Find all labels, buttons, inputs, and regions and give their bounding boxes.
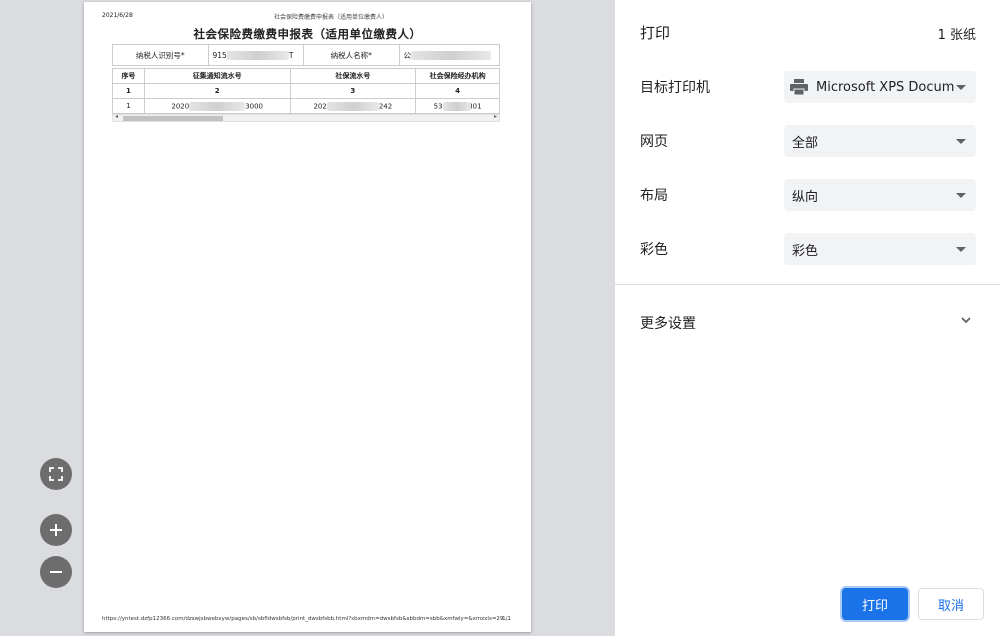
destination-label: 目标打印机 <box>640 80 710 96</box>
table-header-row: 序号 征集通知流水号 社保流水号 社会保险经办机构 <box>112 68 500 84</box>
print-preview-area: 2021/6/28 社会保险费缴费申报表（适用单位缴费人） 社会保险费缴费申报表… <box>0 0 615 636</box>
form-title: 社会保险费缴费申报表（适用单位缴费人） <box>193 27 422 41</box>
table-cell: 1 <box>112 83 145 99</box>
ss-suffix: 242 <box>378 102 393 110</box>
pages-value: 全部 <box>792 135 819 151</box>
scroll-left-arrow-icon[interactable]: ◂ <box>115 113 118 120</box>
redacted-blur <box>189 101 246 111</box>
notice-prefix: 2020 <box>171 102 190 110</box>
agency-suffix: I01 <box>470 102 482 110</box>
declaration-table: 序号 征集通知流水号 社保流水号 社会保险经办机构 1 2 3 4 1 2020… <box>112 68 500 114</box>
layout-label: 布局 <box>640 188 668 204</box>
col-header-seq: 序号 <box>112 68 145 84</box>
layout-value: 纵向 <box>792 189 819 205</box>
scroll-right-arrow-icon[interactable]: ▸ <box>494 113 497 120</box>
table-cell: 1 <box>112 98 145 114</box>
taxpayer-info-row: 纳税人识别号* 915 T 纳税人名称* 公 <box>112 44 500 66</box>
col-header-notice-no: 征集通知流水号 <box>143 68 291 84</box>
dropdown-caret-icon <box>956 246 966 252</box>
dropdown-caret-icon <box>956 84 966 90</box>
zoom-in-button[interactable] <box>40 514 72 546</box>
layout-select[interactable]: 纵向 <box>784 179 976 211</box>
table-cell: 202 242 <box>289 98 417 114</box>
destination-select[interactable]: Microsoft XPS Docum <box>784 71 976 103</box>
ss-prefix: 202 <box>313 102 327 110</box>
printer-icon <box>790 79 808 95</box>
fit-to-page-button[interactable] <box>40 458 72 490</box>
redacted-blur <box>442 101 471 111</box>
col-header-ss-no: 社保流水号 <box>289 68 417 84</box>
minus-icon <box>50 571 62 573</box>
color-value: 彩色 <box>792 243 819 259</box>
table-cell: 4 <box>415 83 500 99</box>
dropdown-caret-icon <box>956 192 966 198</box>
color-select[interactable]: 彩色 <box>784 233 976 265</box>
cancel-button[interactable]: 取消 <box>918 588 984 620</box>
fit-to-page-icon <box>49 467 63 481</box>
dropdown-caret-icon <box>956 138 966 144</box>
print-settings-panel: 打印 1 张纸 目标打印机 Microsoft XPS Docum 网页 全部 … <box>615 0 1000 636</box>
pages-select[interactable]: 全部 <box>784 125 976 157</box>
pages-label: 网页 <box>640 134 668 150</box>
redacted-blur <box>411 50 492 60</box>
panel-title: 打印 <box>640 24 671 42</box>
taxpayer-name-value: 公 <box>400 45 499 65</box>
table-cell: 2020 3000 <box>143 98 291 114</box>
taxpayer-name-prefix: 公 <box>403 50 412 60</box>
taxpayer-id-label: 纳税人识别号* <box>113 45 209 65</box>
table-horizontal-scrollbar[interactable]: ◂ ▸ <box>112 113 500 122</box>
taxpayer-id-prefix: 915 <box>212 50 227 60</box>
zoom-out-button[interactable] <box>40 556 72 588</box>
page-footer-number: 1/1 <box>502 616 511 622</box>
divider <box>615 284 1000 285</box>
table-cell: 53 I01 <box>415 98 500 114</box>
page-header-title: 社会保险费缴费申报表（适用单位缴费人） <box>274 14 389 21</box>
page-footer-url: https://yntest.dzfp12366.com/dzswjsbwebx… <box>102 616 511 622</box>
destination-value: Microsoft XPS Docum <box>816 79 955 95</box>
redacted-blur <box>226 50 289 60</box>
table-cell: 3 <box>289 83 417 99</box>
redacted-blur <box>326 101 379 111</box>
scrollbar-thumb[interactable] <box>123 116 223 121</box>
taxpayer-name-label: 纳税人名称* <box>304 45 400 65</box>
chevron-down-icon[interactable] <box>960 314 972 326</box>
table-number-row: 1 2 3 4 <box>112 83 500 99</box>
table-cell: 2 <box>143 83 291 99</box>
col-header-agency: 社会保险经办机构 <box>415 68 500 84</box>
notice-suffix: 3000 <box>245 102 264 110</box>
table-row: 1 2020 3000 202 242 53 I01 <box>112 98 500 114</box>
agency-prefix: 53 <box>433 102 443 110</box>
page-header-date: 2021/6/28 <box>102 12 133 19</box>
taxpayer-id-value: 915 T <box>209 45 305 65</box>
taxpayer-id-suffix: T <box>288 50 294 60</box>
more-settings-toggle[interactable]: 更多设置 <box>640 313 696 333</box>
print-button[interactable]: 打印 <box>842 588 908 620</box>
plus-icon <box>50 524 62 536</box>
color-label: 彩色 <box>640 242 668 258</box>
sheet-count: 1 张纸 <box>937 28 976 43</box>
preview-page: 2021/6/28 社会保险费缴费申报表（适用单位缴费人） 社会保险费缴费申报表… <box>84 2 531 632</box>
